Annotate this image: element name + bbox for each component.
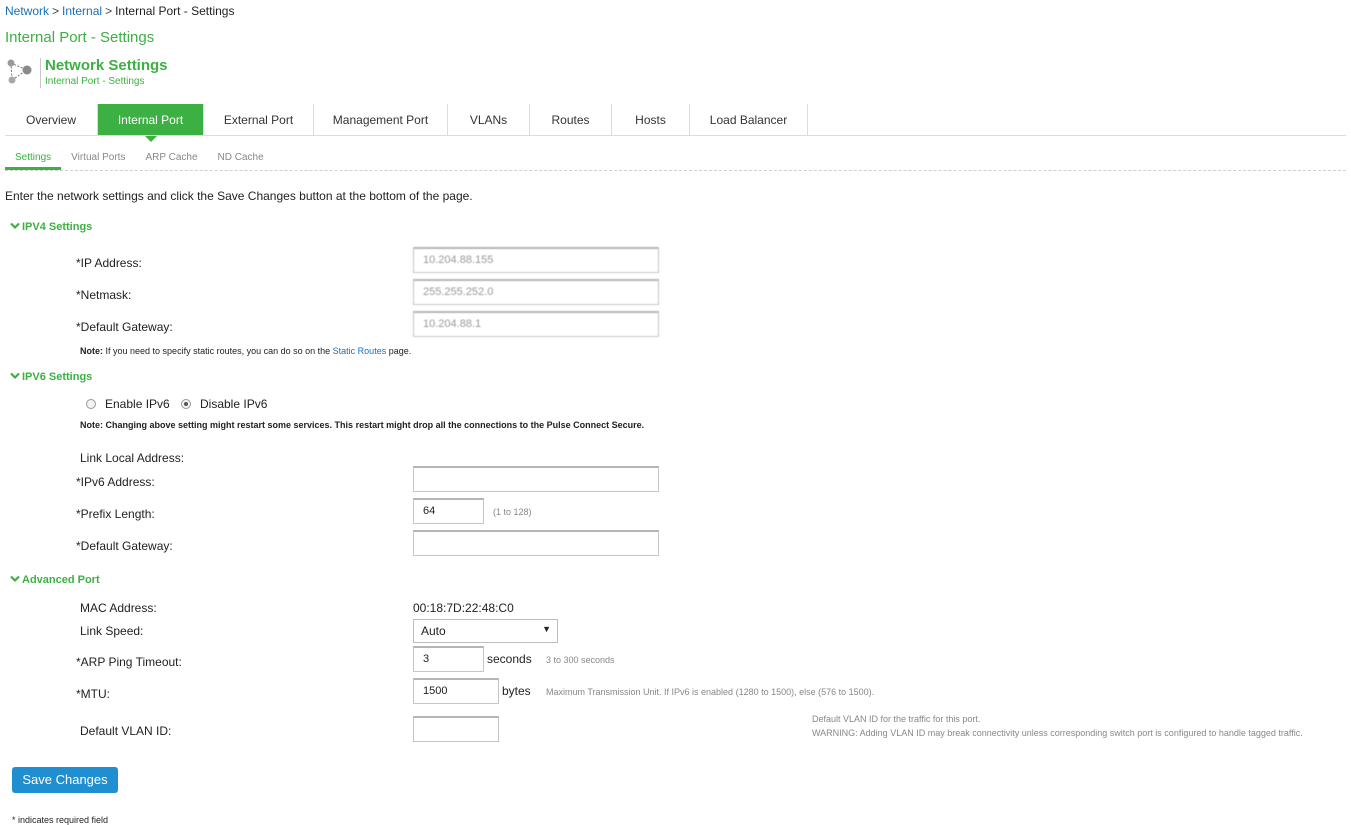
chevron-down-icon	[10, 221, 22, 233]
vlan-id-field[interactable]	[413, 716, 499, 742]
subtab-arp-cache[interactable]: ARP Cache	[135, 150, 207, 170]
subtab-nd-cache[interactable]: ND Cache	[208, 150, 274, 170]
breadcrumb-separator: >	[105, 4, 113, 18]
link-local-address-label: Link Local Address:	[80, 451, 185, 465]
prefix-length-field[interactable]: 64	[413, 498, 484, 524]
arp-timeout-field[interactable]: 3	[413, 646, 484, 672]
arp-timeout-label: *ARP Ping Timeout:	[76, 655, 182, 669]
chevron-down-icon	[10, 371, 22, 383]
enable-ipv6-option[interactable]: Enable IPv6	[86, 397, 170, 411]
advanced-section-toggle[interactable]: Advanced Port	[10, 574, 100, 586]
mac-address-value: 00:18:7D:22:48:C0	[413, 601, 514, 615]
tab-external-port[interactable]: External Port	[204, 104, 314, 136]
ip-address-field[interactable]: 10.204.88.155	[413, 247, 659, 273]
netmask-field[interactable]: 255.255.252.0	[413, 279, 659, 305]
tabs-divider	[5, 135, 1346, 136]
tab-management-port[interactable]: Management Port	[314, 104, 448, 136]
mtu-unit: bytes	[502, 684, 531, 698]
intro-text: Enter the network settings and click the…	[5, 189, 473, 203]
page-title: Internal Port - Settings	[5, 29, 155, 46]
main-tabs: Overview Internal Port External Port Man…	[5, 104, 808, 142]
subtab-virtual-ports[interactable]: Virtual Ports	[61, 150, 135, 170]
mtu-hint: Maximum Transmission Unit. If IPv6 is en…	[546, 687, 875, 697]
netmask-label: *Netmask:	[76, 288, 132, 302]
static-routes-note: Note: If you need to specify static rout…	[80, 346, 411, 356]
mac-address-label: MAC Address:	[80, 601, 157, 615]
subtabs-divider	[5, 170, 1346, 171]
mtu-label: *MTU:	[76, 687, 110, 701]
disable-ipv6-label: Disable IPv6	[200, 397, 268, 411]
tab-hosts[interactable]: Hosts	[612, 104, 690, 136]
ipv4-section-toggle[interactable]: IPV4 Settings	[10, 221, 92, 233]
dropdown-arrow-icon: ▼	[542, 624, 551, 634]
subtab-settings[interactable]: Settings	[5, 150, 62, 170]
required-field-note: * indicates required field	[12, 815, 109, 825]
enable-ipv6-label: Enable IPv6	[105, 397, 170, 411]
save-changes-button[interactable]: Save Changes	[12, 767, 118, 793]
arp-timeout-hint: 3 to 300 seconds	[546, 655, 615, 665]
chevron-down-icon	[10, 574, 22, 586]
header-subtitle: Internal Port - Settings	[45, 76, 145, 87]
mtu-field[interactable]: 1500	[413, 678, 499, 704]
arp-timeout-unit: seconds	[487, 652, 532, 666]
ipv4-gateway-label: *Default Gateway:	[76, 320, 173, 334]
ipv6-section-toggle[interactable]: IPV6 Settings	[10, 371, 92, 383]
vlan-id-warning: WARNING: Adding VLAN ID may break connec…	[812, 728, 1303, 738]
tab-overview[interactable]: Overview	[5, 104, 98, 136]
ip-address-label: *IP Address:	[76, 256, 142, 270]
breadcrumb-separator: >	[52, 4, 60, 18]
network-nodes-icon	[7, 59, 32, 84]
link-speed-select[interactable]: Auto ▼	[413, 619, 558, 643]
note-prefix: Note:	[80, 346, 103, 356]
tab-routes[interactable]: Routes	[530, 104, 612, 136]
note-text: If you need to specify static routes, yo…	[105, 346, 331, 356]
breadcrumb-current: Internal Port - Settings	[115, 4, 235, 18]
ipv6-section-title: IPV6 Settings	[22, 371, 93, 383]
header-title: Network Settings	[45, 57, 168, 74]
ipv4-gateway-field[interactable]: 10.204.88.1	[413, 311, 659, 337]
ipv4-section-title: IPV4 Settings	[22, 221, 93, 233]
sub-tabs: Settings Virtual Ports ARP Cache ND Cach…	[5, 150, 274, 170]
tab-vlans[interactable]: VLANs	[448, 104, 530, 136]
enable-ipv6-radio[interactable]	[86, 399, 96, 409]
static-routes-link[interactable]: Static Routes	[333, 346, 387, 356]
vlan-id-label: Default VLAN ID:	[80, 724, 172, 738]
ipv6-address-field[interactable]	[413, 466, 659, 492]
breadcrumb-link-internal[interactable]: Internal	[62, 4, 102, 18]
link-speed-label: Link Speed:	[80, 624, 144, 638]
disable-ipv6-option[interactable]: Disable IPv6	[181, 397, 267, 411]
vlan-id-hint: Default VLAN ID for the traffic for this…	[812, 712, 1337, 740]
disable-ipv6-radio[interactable]	[181, 399, 191, 409]
ipv6-gateway-field[interactable]	[413, 530, 659, 556]
prefix-length-label: *Prefix Length:	[76, 507, 155, 521]
prefix-length-hint: (1 to 128)	[493, 507, 532, 517]
breadcrumb: Network > Internal > Internal Port - Setting…	[5, 4, 234, 18]
tab-internal-port[interactable]: Internal Port	[98, 104, 204, 142]
ipv6-restart-note: Note: Changing above setting might resta…	[80, 420, 645, 430]
vlan-id-hint-line: Default VLAN ID for the traffic for this…	[812, 714, 981, 724]
advanced-section-title: Advanced Port	[22, 574, 100, 586]
ipv6-address-label: *IPv6 Address:	[76, 475, 155, 489]
note-suffix: page.	[388, 346, 412, 356]
tab-load-balancer[interactable]: Load Balancer	[690, 104, 808, 136]
ipv6-gateway-label: *Default Gateway:	[76, 539, 173, 553]
header-divider	[40, 58, 41, 88]
breadcrumb-link-network[interactable]: Network	[5, 4, 49, 18]
link-speed-value: Auto	[421, 624, 446, 638]
